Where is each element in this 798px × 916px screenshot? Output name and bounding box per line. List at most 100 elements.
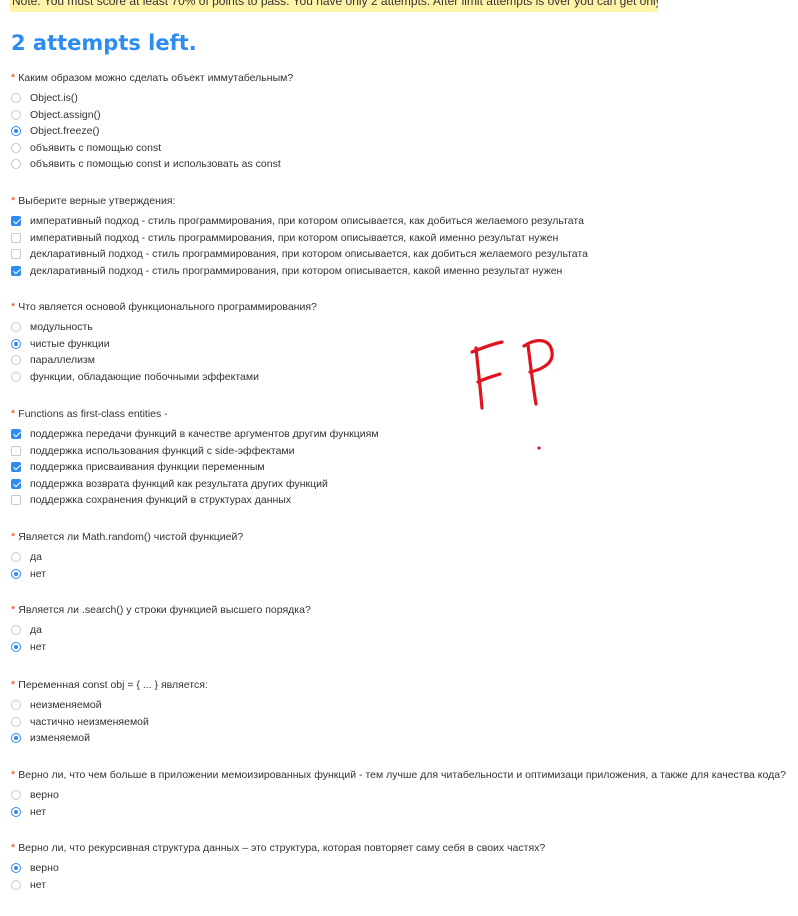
- option-label: частично неизменяемой: [30, 715, 149, 728]
- radio-button[interactable]: [11, 142, 21, 153]
- option-label: поддержка присваивания функции переменны…: [30, 461, 265, 474]
- checkbox-option[interactable]: поддержка сохранения функций в структура…: [11, 492, 791, 509]
- radio-option[interactable]: объявить с помощью const и использовать …: [11, 156, 791, 173]
- question-7: * Переменная const obj = { ... } является…: [11, 679, 791, 747]
- radio-button[interactable]: [11, 126, 21, 137]
- question-text: Что является основой функционального про…: [18, 301, 317, 313]
- radio-button[interactable]: [11, 806, 21, 817]
- radio-button[interactable]: [11, 879, 21, 890]
- option-label: Object.freeze(): [30, 125, 100, 138]
- handwritten-annotation: [470, 339, 554, 450]
- radio-option[interactable]: нет: [11, 566, 791, 583]
- option-label: нет: [30, 640, 47, 653]
- option-label: нет: [30, 567, 47, 580]
- radio-option[interactable]: да: [11, 622, 791, 639]
- radio-option[interactable]: модульность: [11, 319, 791, 336]
- question-title: * Каким образом можно сделать объект имму…: [11, 72, 791, 84]
- radio-option[interactable]: объявить с помощью const: [11, 140, 791, 157]
- option-label: неизменяемой: [30, 699, 102, 712]
- radio-button[interactable]: [11, 863, 21, 874]
- required-mark: *: [11, 195, 16, 207]
- question-6: * Является ли .search() у строки функцией…: [11, 604, 791, 655]
- checkbox[interactable]: [11, 462, 21, 473]
- radio-option[interactable]: параллелизм: [11, 352, 791, 369]
- radio-option[interactable]: верно: [11, 787, 791, 804]
- radio-button[interactable]: [11, 109, 21, 120]
- radio-button[interactable]: [11, 338, 21, 349]
- radio-option[interactable]: верно: [11, 860, 791, 877]
- radio-button[interactable]: [11, 733, 21, 744]
- radio-option[interactable]: чистые функции: [11, 336, 791, 353]
- checkbox-option[interactable]: поддержка использования функций с side-э…: [11, 443, 791, 460]
- checkbox[interactable]: [11, 232, 21, 243]
- radio-button[interactable]: [11, 641, 21, 652]
- radio-option[interactable]: Object.freeze(): [11, 123, 791, 140]
- question-title: * Верно ли, что чем больше в приложении м…: [11, 769, 791, 781]
- radio-button[interactable]: [11, 322, 21, 333]
- question-9: * Верно ли, что рекурсивная структура дан…: [11, 842, 791, 893]
- radio-button[interactable]: [11, 552, 21, 563]
- question-text: Каким образом можно сделать объект иммут…: [18, 72, 294, 84]
- radio-option[interactable]: частично неизменяемой: [11, 714, 791, 731]
- radio-button[interactable]: [11, 371, 21, 382]
- option-label: чистые функции: [30, 337, 110, 350]
- checkbox-option[interactable]: декларативный подход - стиль программиро…: [11, 263, 791, 280]
- radio-option[interactable]: Object.assign(): [11, 107, 791, 124]
- required-mark: *: [11, 408, 16, 420]
- radio-button[interactable]: [11, 625, 21, 636]
- option-label: нет: [30, 878, 47, 891]
- checkbox[interactable]: [11, 249, 21, 260]
- radio-button[interactable]: [11, 716, 21, 727]
- required-mark: *: [11, 769, 16, 781]
- radio-option[interactable]: изменяемой: [11, 730, 791, 747]
- checkbox-option[interactable]: поддержка передачи функций в качестве ар…: [11, 426, 791, 443]
- question-1: * Каким образом можно сделать объект имму…: [11, 72, 791, 173]
- option-label: изменяемой: [30, 732, 90, 745]
- checkbox[interactable]: [11, 265, 21, 276]
- radio-button[interactable]: [11, 355, 21, 366]
- checkbox[interactable]: [11, 495, 21, 506]
- radio-option[interactable]: нет: [11, 804, 791, 821]
- radio-button[interactable]: [11, 159, 21, 170]
- required-mark: *: [11, 842, 16, 854]
- question-title: * Переменная const obj = { ... } является…: [11, 679, 791, 691]
- checkbox[interactable]: [11, 445, 21, 456]
- notice-text: Note: You must score at least 70% of poi…: [12, 0, 658, 8]
- radio-option[interactable]: да: [11, 549, 791, 566]
- checkbox-option[interactable]: поддержка возврата функций как результат…: [11, 476, 791, 493]
- option-label: да: [30, 624, 42, 637]
- radio-button[interactable]: [11, 93, 21, 104]
- question-8: * Верно ли, что чем больше в приложении м…: [11, 769, 791, 820]
- option-label: нет: [30, 805, 47, 818]
- question-text: Является ли Math.random() чистой функцие…: [18, 531, 244, 543]
- checkbox[interactable]: [11, 429, 21, 440]
- checkbox[interactable]: [11, 216, 21, 227]
- option-label: функции, обладающие побочными эффектами: [30, 370, 259, 383]
- radio-option[interactable]: неизменяемой: [11, 697, 791, 714]
- option-label: объявить с помощью const: [30, 141, 162, 154]
- option-label: поддержка использования функций с side-э…: [30, 444, 295, 457]
- question-title: * Что является основой функционального пр…: [11, 301, 791, 313]
- required-mark: *: [11, 679, 16, 691]
- checkbox-option[interactable]: декларативный подход - стиль программиро…: [11, 246, 791, 263]
- checkbox-option[interactable]: императивный подход - стиль программиров…: [11, 230, 791, 247]
- radio-option[interactable]: функции, обладающие побочными эффектами: [11, 369, 791, 386]
- option-label: декларативный подход - стиль программиро…: [30, 248, 588, 261]
- question-title: * Является ли Math.random() чистой функци…: [11, 531, 791, 543]
- required-mark: *: [11, 72, 16, 84]
- option-label: да: [30, 551, 42, 564]
- checkbox-option[interactable]: императивный подход - стиль программиров…: [11, 213, 791, 230]
- radio-option[interactable]: нет: [11, 877, 791, 894]
- checkbox-option[interactable]: поддержка присваивания функции переменны…: [11, 459, 791, 476]
- question-4: * Functions as first-class entities - подд…: [11, 408, 791, 509]
- required-mark: *: [11, 604, 16, 616]
- radio-option[interactable]: нет: [11, 639, 791, 656]
- option-label: поддержка передачи функций в качестве ар…: [30, 428, 379, 441]
- radio-button[interactable]: [11, 790, 21, 801]
- radio-button[interactable]: [11, 568, 21, 579]
- radio-button[interactable]: [11, 700, 21, 711]
- radio-option[interactable]: Object.is(): [11, 90, 791, 107]
- required-mark: *: [11, 301, 16, 313]
- checkbox[interactable]: [11, 478, 21, 489]
- question-5: * Является ли Math.random() чистой функци…: [11, 531, 791, 582]
